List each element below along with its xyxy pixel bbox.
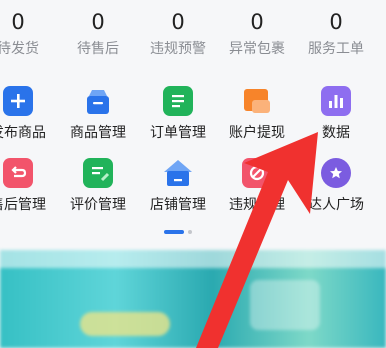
stat-label: 待售后 bbox=[77, 41, 119, 57]
stats-row: 0 待发货 0 待售后 0 违规预警 0 异常包裹 0 服务工单 bbox=[0, 0, 386, 70]
page-dot-active bbox=[164, 230, 184, 234]
menu-label: 售后管理 bbox=[0, 197, 46, 213]
banner-button bbox=[80, 312, 170, 336]
shop-dashboard: 0 待发货 0 待售后 0 违规预警 0 异常包裹 0 服务工单 发布商品 bbox=[0, 0, 386, 348]
stat-label: 违规预警 bbox=[150, 41, 206, 57]
stat-service-ticket[interactable]: 0 服务工单 bbox=[296, 8, 376, 60]
review-icon bbox=[83, 158, 113, 188]
stat-abnormal-package[interactable]: 0 异常包裹 bbox=[217, 8, 297, 60]
menu-publish-product[interactable]: 发布商品 bbox=[0, 86, 58, 144]
stat-value: 0 bbox=[91, 10, 105, 34]
menu-order-management[interactable]: 订单管理 bbox=[138, 86, 218, 144]
stat-label: 服务工单 bbox=[308, 41, 364, 57]
stat-pending-after-sale[interactable]: 0 待售后 bbox=[58, 8, 138, 60]
menu-label: 商品管理 bbox=[70, 125, 126, 141]
star-badge-icon bbox=[321, 158, 351, 188]
menu-influencer-plaza[interactable]: 达人广场 bbox=[296, 158, 376, 216]
menu-label: 数据 bbox=[322, 125, 350, 141]
menu-after-sale-management[interactable]: 售后管理 bbox=[0, 158, 58, 216]
menu-label: 账户提现 bbox=[229, 125, 285, 141]
stat-label: 异常包裹 bbox=[229, 41, 285, 57]
menu-data[interactable]: 数据 bbox=[296, 86, 376, 144]
menu-label: 评价管理 bbox=[70, 197, 126, 213]
bar-chart-icon bbox=[321, 86, 351, 116]
stat-value: 0 bbox=[11, 10, 25, 34]
banner-graphic bbox=[250, 280, 320, 330]
return-icon bbox=[3, 158, 33, 188]
wallet-icon bbox=[242, 86, 272, 116]
menu-label: 违规管理 bbox=[229, 197, 285, 213]
menu-review-management[interactable]: 评价管理 bbox=[58, 158, 138, 216]
stat-value: 0 bbox=[171, 10, 185, 34]
stat-value: 0 bbox=[329, 10, 343, 34]
menu-violation-management[interactable]: 违规管理 bbox=[217, 158, 297, 216]
menu-account-withdraw[interactable]: 账户提现 bbox=[217, 86, 297, 144]
shopping-bag-icon bbox=[83, 86, 113, 116]
menu-label: 发布商品 bbox=[0, 125, 46, 141]
menu-store-management[interactable]: 店铺管理 bbox=[138, 158, 218, 216]
promo-banner[interactable] bbox=[0, 250, 386, 348]
menu-product-management[interactable]: 商品管理 bbox=[58, 86, 138, 144]
stat-pending-shipment[interactable]: 0 待发货 bbox=[0, 8, 58, 60]
violation-icon bbox=[242, 158, 272, 188]
menu-label: 达人广场 bbox=[308, 197, 364, 213]
order-list-icon bbox=[163, 86, 193, 116]
stat-violation-warning[interactable]: 0 违规预警 bbox=[138, 8, 218, 60]
menu-label: 订单管理 bbox=[150, 125, 206, 141]
menu-label: 店铺管理 bbox=[150, 197, 206, 213]
stat-label: 待发货 bbox=[0, 41, 39, 57]
stat-value: 0 bbox=[250, 10, 264, 34]
plus-icon bbox=[3, 86, 33, 116]
banner-highlight bbox=[0, 250, 386, 268]
store-icon bbox=[163, 158, 193, 188]
page-dot bbox=[188, 230, 192, 234]
